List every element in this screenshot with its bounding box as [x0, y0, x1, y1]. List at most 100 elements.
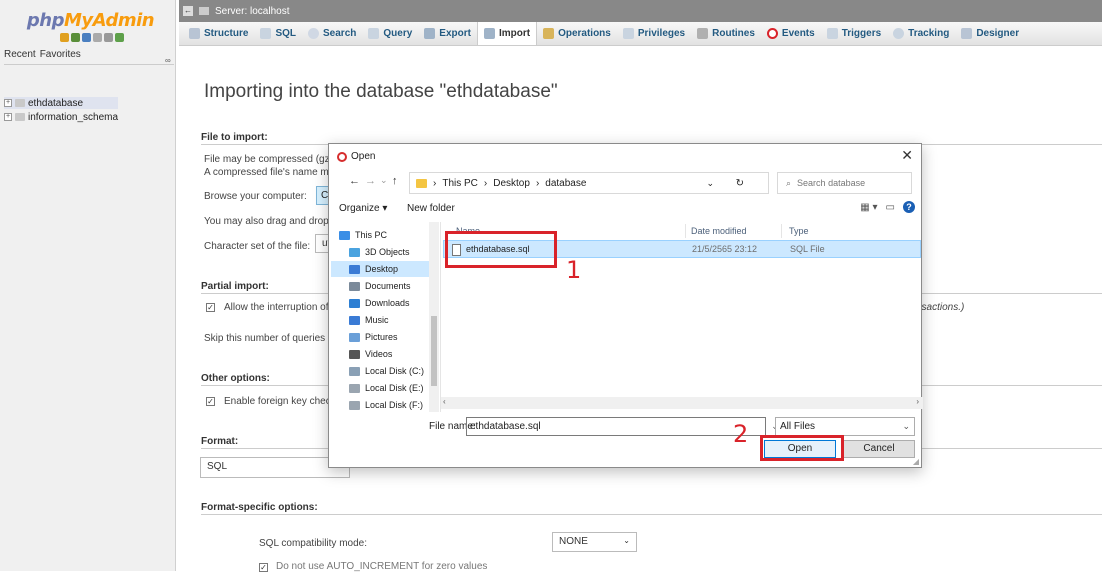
recent-locations-icon[interactable]: ⌄ [380, 175, 388, 186]
database-tabs: Structure SQL Search Query Export Import… [179, 22, 1102, 46]
nav-item-label: Desktop [365, 264, 399, 274]
forward-arrow-icon[interactable]: → [365, 175, 376, 187]
tab-label: Routines [712, 28, 755, 39]
new-folder-button[interactable]: New folder [407, 203, 455, 214]
scroll-right-icon[interactable]: › [916, 397, 919, 406]
file-list-hscrollbar[interactable]: ‹ › [441, 397, 923, 409]
sql-docs-icon[interactable] [93, 33, 102, 42]
allow-interrupt-checkbox[interactable]: ✓ [206, 303, 215, 312]
annotation-step-2: 2 [733, 420, 749, 448]
phpmyadmin-logo[interactable]: phpMyAdmin [8, 10, 173, 31]
nav-item-this-pc[interactable]: This PC [339, 227, 387, 243]
column-header-date[interactable]: Date modified [691, 226, 747, 236]
file-name-input[interactable]: ethdatabase.sql [466, 417, 766, 436]
path-this-pc[interactable]: This PC [442, 178, 478, 189]
docs-icon[interactable] [82, 33, 91, 42]
recent-favorites-tabs: Recent Favorites [4, 49, 81, 60]
logout-icon[interactable] [71, 33, 80, 42]
tree-item-ethdatabase[interactable]: + ethdatabase [4, 97, 119, 109]
tab-events[interactable]: Events [761, 22, 821, 45]
database-icon [15, 113, 25, 121]
nav-item-downloads[interactable]: Downloads [349, 295, 410, 311]
nav-item-pictures[interactable]: Pictures [349, 329, 398, 345]
scrollbar-thumb[interactable] [431, 316, 437, 386]
nav-item-label: Local Disk (E:) [365, 383, 424, 393]
nav-item-label: This PC [355, 230, 388, 240]
resize-grip-icon[interactable]: ◢ [913, 457, 919, 466]
foreign-key-checkbox[interactable]: ✓ [206, 397, 215, 406]
nav-item-videos[interactable]: Videos [349, 346, 392, 362]
file-date: 21/5/2565 23:12 [692, 244, 758, 254]
tab-label: Import [498, 28, 531, 39]
refresh-icon[interactable]: ↻ [736, 178, 744, 189]
tab-import[interactable]: Import [476, 22, 538, 45]
breadcrumb-server[interactable]: Server: localhost [215, 6, 289, 17]
tab-sql[interactable]: SQL [254, 22, 302, 45]
documents-icon [349, 281, 360, 291]
divider [4, 64, 174, 65]
change-view-icon[interactable]: ▦ ▾ [860, 202, 877, 213]
sql-icon [260, 28, 272, 39]
tracking-icon [893, 28, 905, 39]
tab-triggers[interactable]: Triggers [821, 22, 887, 45]
scroll-left-icon[interactable]: ‹ [443, 397, 446, 406]
expand-icon[interactable]: + [4, 113, 12, 121]
nav-item-label: Pictures [365, 332, 398, 342]
column-separator[interactable] [781, 224, 782, 238]
computer-icon [339, 230, 350, 240]
export-icon [424, 28, 436, 39]
tree-item-information-schema[interactable]: + information_schema [4, 111, 118, 123]
browse-label: Browse your computer: [204, 191, 307, 202]
expand-icon[interactable]: + [4, 99, 12, 107]
search-icon [308, 28, 320, 39]
nav-pane-scrollbar[interactable] [429, 222, 439, 412]
tab-routines[interactable]: Routines [691, 22, 761, 45]
file-type-filter[interactable]: All Files ⌄ [775, 417, 915, 436]
designer-icon [961, 28, 973, 39]
server-icon [199, 7, 209, 15]
nav-item-documents[interactable]: Documents [349, 278, 411, 294]
tab-operations[interactable]: Operations [537, 22, 617, 45]
nav-item-3d-objects[interactable]: 3D Objects [349, 244, 410, 260]
tab-privileges[interactable]: Privileges [617, 22, 691, 45]
collapse-icon[interactable]: ← [183, 6, 193, 16]
reload-icon[interactable] [115, 33, 124, 42]
view-controls: ▦ ▾ ▭ ? [860, 201, 915, 213]
column-separator[interactable] [685, 224, 686, 238]
favorites-tab[interactable]: Favorites [40, 49, 81, 60]
column-header-type[interactable]: Type [789, 226, 809, 236]
up-arrow-icon[interactable]: ↑ [392, 175, 398, 187]
search-placeholder: Search database [797, 178, 866, 188]
address-dropdown-icon[interactable]: ⌄ [706, 178, 714, 189]
organize-button[interactable]: Organize ▾ [339, 203, 387, 214]
help-icon[interactable]: ? [903, 201, 915, 213]
nav-item-music[interactable]: Music [349, 312, 389, 328]
address-bar[interactable]: › This PC › Desktop › database ⌄ ↻ [409, 172, 769, 194]
sql-compat-select[interactable]: NONE ⌄ [552, 532, 637, 552]
import-icon [483, 28, 495, 39]
preview-pane-icon[interactable]: ▭ [886, 202, 895, 213]
drive-icon [349, 400, 360, 410]
path-database[interactable]: database [545, 178, 586, 189]
home-icon[interactable] [60, 33, 69, 42]
back-arrow-icon[interactable]: ← [349, 175, 360, 187]
close-icon[interactable]: ✕ [901, 147, 913, 164]
tab-query[interactable]: Query [362, 22, 418, 45]
tab-structure[interactable]: Structure [183, 22, 254, 45]
tab-designer[interactable]: Designer [955, 22, 1025, 45]
path-desktop[interactable]: Desktop [493, 178, 530, 189]
nav-item-desktop[interactable]: Desktop [331, 261, 431, 277]
tab-export[interactable]: Export [418, 22, 477, 45]
sql-compat-value: NONE [559, 536, 588, 547]
search-input[interactable]: ⌕ Search database [777, 172, 912, 194]
recent-tab[interactable]: Recent [4, 49, 36, 60]
allow-interrupt-label: Allow the interruption of a [224, 302, 337, 313]
nav-item-local-disk-f[interactable]: Local Disk (F:) [349, 397, 423, 413]
compressed-note: File may be compressed (gzip [204, 154, 338, 165]
cancel-button[interactable]: Cancel [843, 440, 915, 458]
nav-item-local-disk-c[interactable]: Local Disk (C:) [349, 363, 424, 379]
nav-item-local-disk-e[interactable]: Local Disk (E:) [349, 380, 424, 396]
tab-search[interactable]: Search [302, 22, 362, 45]
settings-icon[interactable] [104, 33, 113, 42]
tab-tracking[interactable]: Tracking [887, 22, 955, 45]
